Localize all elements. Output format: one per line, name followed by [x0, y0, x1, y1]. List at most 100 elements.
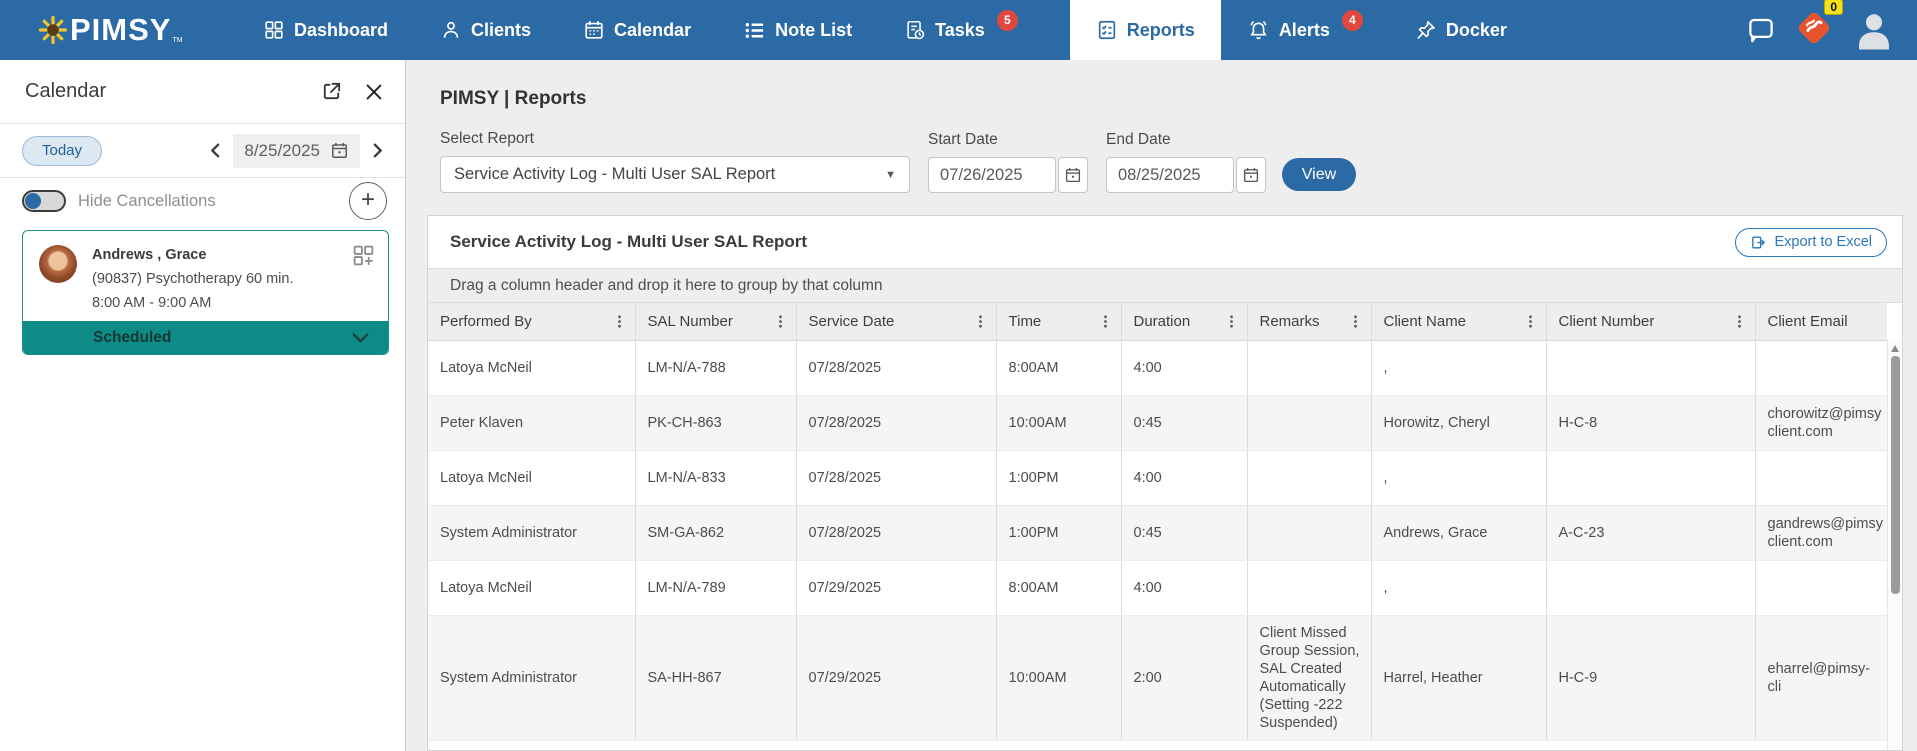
today-button[interactable]: Today	[22, 135, 103, 166]
end-date-label: End Date	[1106, 131, 1171, 148]
current-date: 8/25/2025	[244, 140, 320, 160]
nav-label: Docker	[1445, 19, 1507, 40]
column-header-duration[interactable]: Duration	[1121, 303, 1248, 341]
scroll-up-arrow[interactable]	[1891, 345, 1899, 352]
column-menu-icon[interactable]	[1348, 314, 1363, 329]
next-day-button[interactable]	[364, 142, 391, 159]
nav-tasks[interactable]: Tasks 5	[904, 0, 1018, 60]
column-menu-icon[interactable]	[612, 314, 627, 329]
column-header-service_date[interactable]: Service Date	[796, 303, 997, 341]
column-header-time[interactable]: Time	[996, 303, 1122, 341]
nav-note-list[interactable]: Note List	[743, 0, 852, 60]
messages-button[interactable]	[1745, 15, 1777, 45]
cell-time: 8:00AM	[996, 560, 1122, 616]
column-menu-icon[interactable]	[973, 314, 988, 329]
open-in-new-window-button[interactable]	[320, 80, 343, 103]
cell-time: 10:00AM	[996, 395, 1122, 451]
nav-dashboard[interactable]: Dashboard	[263, 0, 388, 60]
cell-client_number	[1546, 340, 1756, 396]
nav-calendar[interactable]: Calendar	[583, 0, 691, 60]
alerts-bell-icon	[1250, 20, 1267, 39]
nav-reports[interactable]: Reports	[1069, 0, 1221, 60]
close-icon	[366, 84, 382, 99]
pimsy-logo[interactable]: PIMSY TM	[38, 12, 263, 48]
appointment-body: Andrews , Grace (90837) Psychotherapy 60…	[23, 231, 388, 321]
toggle-knob	[25, 193, 41, 209]
add-appointment-button[interactable]: +	[349, 182, 387, 220]
date-picker[interactable]: 8/25/2025	[233, 133, 360, 168]
column-header-remarks[interactable]: Remarks	[1247, 303, 1372, 341]
group-by-dropzone[interactable]: Drag a column header and drop it here to…	[428, 268, 1902, 303]
column-header-client_email[interactable]: Client Email	[1755, 303, 1887, 341]
export-icon	[1752, 236, 1766, 248]
select-report-group: Select Report Service Activity Log - Mul…	[427, 130, 910, 193]
column-menu-icon[interactable]	[1732, 314, 1747, 329]
nav-label: Dashboard	[294, 19, 389, 40]
column-header-sal_number[interactable]: SAL Number	[635, 303, 797, 341]
end-date-input[interactable]	[1106, 157, 1234, 193]
column-label: Remarks	[1259, 312, 1320, 330]
appointment-status-bar[interactable]: Scheduled	[23, 321, 388, 354]
nav-alerts[interactable]: Alerts 4	[1247, 0, 1363, 60]
cell-client_email: chorowitz@pimsy client.com	[1755, 395, 1887, 451]
reports-content: PIMSY | Reports Select Report Service Ac…	[406, 60, 1917, 751]
table-row[interactable]: System Administrator SM-GA-862 07/28/2025 1…	[428, 505, 1887, 561]
column-header-client_number[interactable]: Client Number	[1546, 303, 1756, 341]
cell-sal_number: LM-N/A-788	[635, 340, 797, 396]
table-row[interactable]: Peter Klaven PK-CH-863 07/28/2025 10:00AM 0:…	[428, 395, 1887, 451]
pin-icon	[1417, 21, 1435, 39]
column-header-performed_by[interactable]: Performed By	[428, 303, 636, 341]
notes-button[interactable]: 0	[1793, 0, 1843, 54]
appointment-card[interactable]: Andrews , Grace (90837) Psychotherapy 60…	[22, 230, 389, 355]
cell-client_name: Harrel, Heather	[1371, 615, 1547, 741]
nav-label: Alerts	[1278, 19, 1330, 40]
user-avatar[interactable]	[1851, 7, 1897, 53]
dashboard-icon	[265, 21, 283, 39]
select-report-label: Select Report	[440, 130, 534, 147]
scrollbar-thumb[interactable]	[1891, 356, 1900, 594]
vertical-scrollbar[interactable]	[1887, 340, 1902, 750]
cell-client_email	[1755, 340, 1887, 396]
table-row[interactable]: Latoya McNeil LM-N/A-788 07/28/2025 8:00AM 4…	[428, 340, 1887, 396]
column-menu-icon[interactable]	[1523, 314, 1538, 329]
nav-docker[interactable]: Docker	[1415, 0, 1507, 60]
cell-service_date: 07/28/2025	[796, 505, 997, 561]
cell-duration: 0:45	[1121, 505, 1248, 561]
close-sidebar-button[interactable]	[363, 81, 385, 103]
start-date-calendar-button[interactable]	[1058, 157, 1088, 193]
cell-remarks	[1247, 560, 1372, 616]
column-menu-icon[interactable]	[773, 314, 788, 329]
table-row[interactable]: System Administrator SA-HH-867 07/29/2025 1…	[428, 615, 1887, 741]
column-header-client_name[interactable]: Client Name	[1371, 303, 1547, 341]
column-label: Service Date	[808, 312, 895, 330]
cell-service_date: 07/28/2025	[796, 395, 997, 451]
cell-service_date: 07/28/2025	[796, 450, 997, 506]
table-row[interactable]: Latoya McNeil LM-N/A-833 07/28/2025 1:00PM 4…	[428, 450, 1887, 506]
avatar-icon	[1859, 14, 1889, 50]
cell-performed_by: Latoya McNeil	[428, 560, 636, 616]
note-list-icon	[745, 22, 764, 38]
table-row[interactable]: Latoya McNeil LM-N/A-789 07/29/2025 8:00AM 4…	[428, 560, 1887, 616]
report-select[interactable]: Service Activity Log - Multi User SAL Re…	[440, 156, 910, 193]
sidebar-title: Calendar	[25, 80, 107, 102]
export-to-excel-button[interactable]: Export to Excel	[1735, 227, 1887, 257]
external-link-icon	[323, 82, 341, 100]
previous-day-button[interactable]	[202, 142, 229, 159]
copy-appointment-button[interactable]	[351, 243, 376, 268]
column-menu-icon[interactable]	[1224, 314, 1239, 329]
nav-label: Tasks	[935, 19, 985, 40]
appointment-client-name: Andrews , Grace	[92, 247, 207, 263]
column-label: Performed By	[440, 312, 532, 330]
nav-clients[interactable]: Clients	[440, 0, 531, 60]
cell-time: 1:00PM	[996, 505, 1122, 561]
hide-cancellations-toggle[interactable]	[22, 190, 66, 212]
view-button[interactable]: View	[1282, 158, 1356, 191]
start-date-group: Start Date	[928, 131, 1088, 193]
end-date-calendar-button[interactable]	[1236, 157, 1266, 193]
cell-remarks	[1247, 505, 1372, 561]
column-menu-icon[interactable]	[1098, 314, 1113, 329]
tasks-icon	[907, 20, 925, 40]
nav-right-cluster: 0	[1745, 0, 1917, 54]
start-date-input[interactable]	[928, 157, 1056, 193]
chevron-right-icon	[373, 143, 382, 158]
